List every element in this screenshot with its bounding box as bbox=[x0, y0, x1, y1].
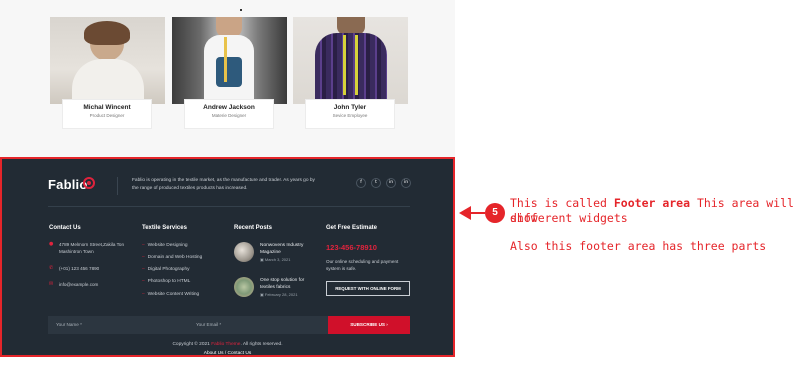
brand-link[interactable]: Fablio Theme bbox=[211, 342, 240, 347]
annotation-line-2: different widgets bbox=[510, 211, 628, 225]
contact-address: ● 4789 Melmorn Street,Zakila Ton Mashint… bbox=[49, 241, 139, 255]
contact-email[interactable]: ✉ info@example.com bbox=[49, 281, 98, 288]
team-member-info: John Tyler Sevice Employee bbox=[305, 99, 395, 129]
post-date: ▣ March 3, 2021 bbox=[260, 257, 291, 262]
copyright-text: Copyright © 2021 Fablio Theme. All right… bbox=[172, 342, 283, 347]
annotation-line-3: Also this footer area has three parts bbox=[510, 239, 767, 253]
team-member-photo bbox=[50, 17, 165, 104]
subscribe-form: Your Name * Your Email * bbox=[48, 316, 328, 334]
team-member-card[interactable]: John Tyler Sevice Employee bbox=[293, 17, 408, 129]
team-member-photo bbox=[293, 17, 408, 104]
post-title: One stop solution for textiles fabrics bbox=[260, 278, 305, 290]
team-member-card[interactable]: Andrew Jackson Materie Designer bbox=[172, 17, 287, 129]
footer-about-text: Fablio is operating in the textile marke… bbox=[132, 178, 315, 191]
team-member-name: John Tyler bbox=[333, 104, 367, 111]
divider bbox=[48, 206, 410, 207]
service-link[interactable]: Digital Photography bbox=[142, 267, 190, 272]
location-pin-icon: ● bbox=[49, 241, 54, 247]
recent-post[interactable]: One stop solution for textiles fabrics ▣… bbox=[234, 277, 312, 297]
decor-dot bbox=[240, 9, 242, 11]
team-member-photo bbox=[172, 17, 287, 104]
estimate-phone[interactable]: 123-456-78910 bbox=[326, 243, 377, 252]
service-link[interactable]: Website Content Writing bbox=[142, 292, 200, 297]
recent-post[interactable]: Nonwovens Industry Magazine ▣ March 3, 2… bbox=[234, 242, 312, 262]
posts-title: Recent Posts bbox=[234, 225, 273, 231]
bottom-links: About Us / Contact Us bbox=[203, 351, 252, 356]
about-us-link[interactable]: About Us bbox=[204, 351, 224, 356]
service-link[interactable]: Website Designing bbox=[142, 243, 188, 248]
estimate-title: Get Free Estimate bbox=[326, 225, 378, 231]
step-badge: 5 bbox=[485, 203, 505, 223]
services-title: Textile Services bbox=[142, 225, 187, 231]
linkedin-icon[interactable]: in bbox=[401, 178, 411, 188]
email-text: info@example.com bbox=[59, 282, 99, 287]
email-input[interactable]: Your Email * bbox=[188, 316, 328, 334]
estimate-text: Our online scheduling and payment system… bbox=[326, 259, 399, 271]
contact-title: Contact Us bbox=[49, 225, 81, 231]
team-member-role: Product Designer bbox=[89, 113, 125, 118]
footer-area: Fablio Fablio is operating in the textil… bbox=[0, 157, 455, 357]
envelope-icon: ✉ bbox=[49, 281, 54, 287]
phone-text: (+01) 123 456 7890 bbox=[59, 266, 100, 271]
request-online-form-button[interactable]: REQUEST WITH ONLINE FORM bbox=[326, 281, 410, 296]
team-member-info: Andrew Jackson Materie Designer bbox=[184, 99, 274, 129]
social-links: f t in in bbox=[356, 178, 411, 188]
divider bbox=[117, 177, 118, 195]
post-title: Nonwovens Industry Magazine bbox=[260, 243, 304, 255]
team-member-name: Andrew Jackson bbox=[203, 104, 255, 111]
name-input[interactable]: Your Name * bbox=[48, 316, 188, 334]
team-member-name: Michal Wincent bbox=[83, 104, 131, 111]
team-member-card[interactable]: Michal Wincent Product Designer bbox=[50, 17, 165, 129]
contact-phone[interactable]: ✆ (+01) 123 456 7890 bbox=[49, 265, 99, 272]
team-section: Michal Wincent Product Designer Andrew J… bbox=[0, 0, 455, 157]
post-date: ▣ February 28, 2021 bbox=[260, 292, 298, 297]
team-member-info: Michal Wincent Product Designer bbox=[62, 99, 152, 129]
team-member-role: Materie Designer bbox=[211, 113, 247, 118]
logo-spool-icon bbox=[83, 177, 95, 189]
team-member-role: Sevice Employee bbox=[332, 113, 368, 118]
service-link[interactable]: Domain and Web Hosting bbox=[142, 255, 203, 260]
subscribe-button[interactable]: SUBSCRIBE US › bbox=[328, 316, 410, 334]
post-thumbnail bbox=[234, 242, 254, 262]
instagram-icon[interactable]: in bbox=[386, 178, 396, 188]
contact-us-link[interactable]: Contact Us bbox=[228, 351, 252, 356]
phone-icon: ✆ bbox=[49, 265, 54, 271]
arrow-line bbox=[469, 212, 485, 214]
post-thumbnail bbox=[234, 277, 254, 297]
facebook-icon[interactable]: f bbox=[356, 178, 366, 188]
twitter-icon[interactable]: t bbox=[371, 178, 381, 188]
address-text: 4789 Melmorn Street,Zakila Ton Mashintro… bbox=[59, 242, 125, 254]
footer-logo[interactable]: Fablio bbox=[48, 177, 87, 192]
service-link[interactable]: Photoshop to HTML bbox=[142, 279, 191, 284]
